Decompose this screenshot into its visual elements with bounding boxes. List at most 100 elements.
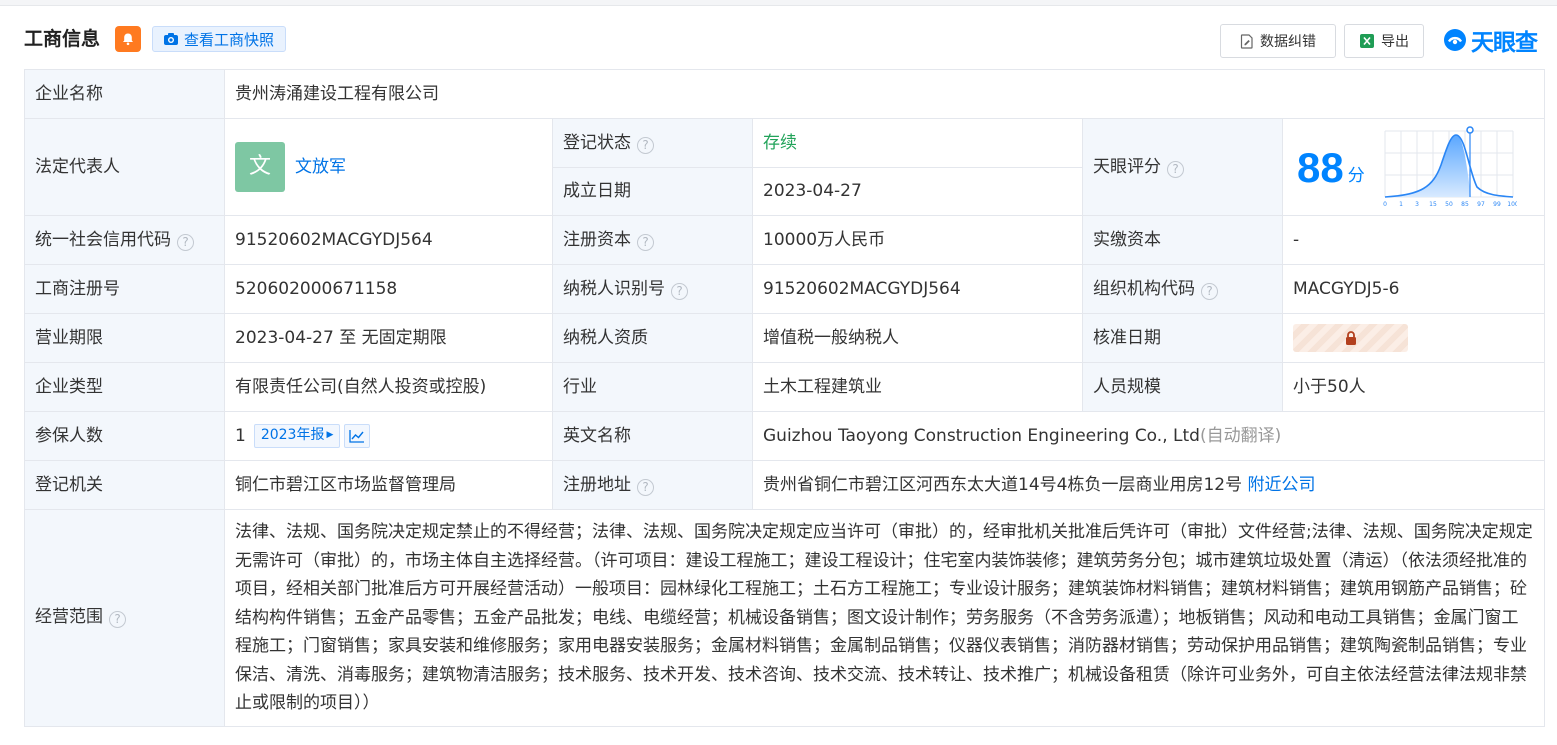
reg-address-cell: 贵州省铜仁市碧江区河西东太大道14号4栋负一层商业用房12号 附近公司 (752, 460, 1545, 510)
credit-code-label-cell: 统一社会信用代码? (24, 215, 225, 265)
nearby-companies-link[interactable]: 附近公司 (1248, 475, 1316, 495)
scope-value: 法律、法规、国务院决定规定禁止的不得经营；法律、法规、国务院决定规定应当许可（审… (224, 509, 1545, 727)
avatar[interactable]: 文 (235, 142, 285, 192)
annual-report-label: 2023年报 (260, 427, 325, 443)
annual-report-button[interactable]: 2023年报 ▶ (253, 423, 341, 448)
score-label-cell: 天眼评分? (1082, 118, 1283, 216)
taxpayer-qual-value: 增值税一般纳税人 (752, 313, 1083, 363)
english-name-value: Guizhou Taoyong Construction Engineering… (763, 425, 1200, 446)
reg-capital-value: 10000万人民币 (752, 215, 1083, 265)
table-row: 登记机关 铜仁市碧江区市场监督管理局 注册地址? 贵州省铜仁市碧江区河西东太大道… (24, 460, 1545, 510)
help-icon[interactable]: ? (637, 233, 654, 251)
score-axis-tick: 50 (1445, 201, 1453, 208)
insured-cell: 1 2023年报 ▶ (224, 411, 553, 461)
help-icon[interactable]: ? (637, 136, 654, 154)
score-distribution-chart: 0 1 3 15 50 85 97 99 100 (1383, 126, 1517, 208)
found-date-value: 2023-04-27 (752, 167, 1083, 216)
score-axis-tick: 97 (1477, 201, 1485, 208)
table-row: 参保人数 1 2023年报 ▶ 英文名称 Guizhou Taoyong Const… (24, 411, 1545, 461)
reg-address-label-cell: 注册地址? (552, 460, 753, 510)
paid-capital-label: 实缴资本 (1082, 215, 1283, 265)
legal-rep-cell: 文文放军 (224, 118, 553, 216)
found-date-label: 成立日期 (552, 167, 753, 216)
score-axis-tick: 3 (1415, 201, 1419, 208)
score-axis-tick: 1 (1399, 201, 1403, 208)
excel-icon (1360, 34, 1374, 48)
score-cell[interactable]: 88 分 0 1 3 15 50 85 97 99 100 (1282, 118, 1545, 216)
reg-address-label: 注册地址 (563, 474, 631, 495)
help-icon[interactable]: ? (637, 478, 654, 496)
reg-status-label: 登记状态 (563, 132, 631, 153)
reg-authority-value: 铜仁市碧江区市场监督管理局 (224, 460, 553, 510)
insured-label: 参保人数 (24, 411, 225, 461)
reg-address-value: 贵州省铜仁市碧江区河西东太大道14号4栋负一层商业用房12号 (763, 474, 1243, 495)
score-curve-area (1384, 135, 1471, 197)
score-value: 88 (1297, 143, 1344, 191)
logo-text: 天眼查 (1471, 30, 1538, 56)
help-icon[interactable]: ? (1201, 282, 1218, 300)
data-correction-button[interactable]: 数据纠错 (1220, 24, 1336, 58)
english-name-cell: Guizhou Taoyong Construction Engineering… (752, 411, 1545, 461)
subscribe-bell-button[interactable] (115, 26, 141, 52)
help-icon[interactable]: ? (671, 282, 688, 300)
score-axis-tick: 99 (1493, 201, 1501, 208)
score-unit: 分 (1347, 165, 1365, 186)
data-correction-label: 数据纠错 (1260, 34, 1316, 50)
score-axis-tick: 100 (1507, 201, 1517, 208)
edit-document-icon (1240, 33, 1253, 49)
legal-rep-label: 法定代表人 (24, 118, 225, 216)
company-name-label: 企业名称 (24, 69, 225, 119)
reg-authority-label: 登记机关 (24, 460, 225, 510)
industry-label: 行业 (552, 362, 753, 412)
taxpayer-qual-label: 纳税人资质 (552, 313, 753, 363)
tianyancha-logo: 天眼查 (1443, 24, 1538, 56)
table-row: 工商注册号 520602000671158 纳税人识别号? 91520602MA… (24, 264, 1545, 314)
english-name-label: 英文名称 (552, 411, 753, 461)
tianyancha-logo-icon (1444, 29, 1466, 51)
taxpayer-id-value: 91520602MACGYDJ564 (752, 264, 1083, 314)
paid-capital-value: - (1282, 215, 1545, 265)
export-label: 导出 (1381, 34, 1409, 50)
status-badge: 存续 (752, 118, 1083, 168)
biz-term-value: 2023-04-27 至 无固定期限 (224, 313, 553, 363)
help-icon[interactable]: ? (109, 611, 126, 629)
industry-value: 土木工程建筑业 (752, 362, 1083, 412)
help-icon[interactable]: ? (1167, 160, 1184, 178)
help-icon[interactable]: ? (177, 233, 194, 251)
score-axis-tick: 15 (1429, 201, 1437, 208)
company-type-value: 有限责任公司(自然人投资或控股) (224, 362, 553, 412)
score-axis-tick: 85 (1461, 201, 1469, 208)
trend-chart-button[interactable] (344, 423, 371, 448)
org-code-label: 组织机构代码 (1093, 278, 1195, 299)
table-row: 企业名称 贵州涛涌建设工程有限公司 (24, 69, 1545, 119)
auto-translate-note: (自动翻译) (1199, 425, 1282, 446)
score-marker-dot (1465, 126, 1474, 134)
taxpayer-id-label-cell: 纳税人识别号? (552, 264, 753, 314)
score-axis-tick: 0 (1383, 201, 1387, 208)
credit-code-label: 统一社会信用代码 (35, 229, 171, 250)
reg-status-label-cell: 登记状态? (552, 118, 753, 168)
lock-icon (1345, 331, 1356, 345)
company-type-label: 企业类型 (24, 362, 225, 412)
bell-icon (123, 33, 133, 46)
view-snapshot-label: 查看工商快照 (184, 30, 275, 49)
legal-rep-link[interactable]: 文放军 (295, 157, 346, 177)
approve-date-cell (1282, 313, 1545, 363)
camera-icon (164, 33, 178, 45)
export-button[interactable]: 导出 (1344, 24, 1424, 58)
staff-size-value: 小于50人 (1282, 362, 1545, 412)
org-code-label-cell: 组织机构代码? (1082, 264, 1283, 314)
company-name-value: 贵州涛涌建设工程有限公司 (224, 69, 1545, 119)
biz-reg-no-value: 520602000671158 (224, 264, 553, 314)
view-snapshot-button[interactable]: 查看工商快照 (152, 26, 286, 52)
table-row: 营业期限 2023-04-27 至 无固定期限 纳税人资质 增值税一般纳税人 核… (24, 313, 1545, 363)
insured-value: 1 (235, 425, 246, 446)
table-row: 经营范围? 法律、法规、国务院决定规定禁止的不得经营；法律、法规、国务院决定规定… (24, 509, 1545, 727)
locked-value-button[interactable] (1293, 324, 1408, 352)
section-title: 工商信息 (24, 28, 101, 50)
reg-capital-label: 注册资本 (563, 229, 631, 250)
scope-label: 经营范围 (35, 607, 103, 628)
score-label: 天眼评分 (1093, 156, 1161, 177)
scope-label-cell: 经营范围? (24, 509, 225, 727)
table-row: 企业类型 有限责任公司(自然人投资或控股) 行业 土木工程建筑业 人员规模 小于… (24, 362, 1545, 412)
